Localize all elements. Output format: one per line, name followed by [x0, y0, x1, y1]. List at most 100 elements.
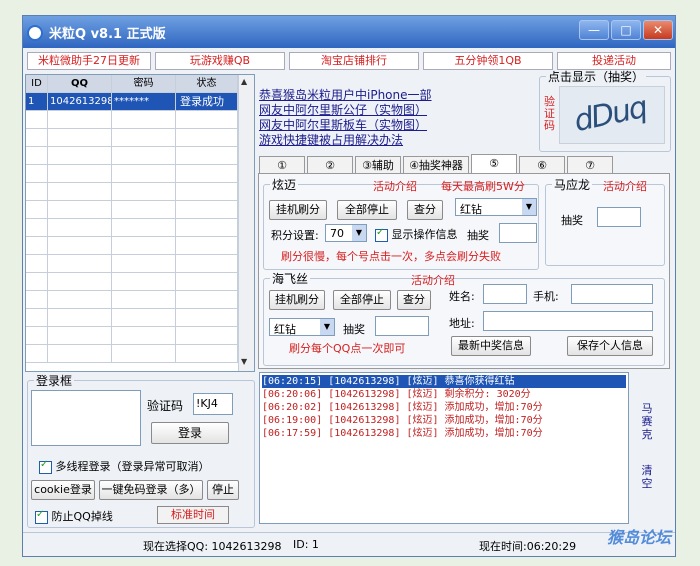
haifeisi-draw-input[interactable]	[375, 316, 429, 336]
empty-cell	[26, 345, 48, 363]
score-setting-select[interactable]: 70 ▼	[325, 224, 367, 242]
empty-cell	[176, 291, 238, 309]
table-empty-rows	[26, 111, 238, 371]
mayinglong-promo-link[interactable]: 活动介绍	[603, 178, 647, 194]
prevent-drop-checkbox[interactable]: 防止QQ掉线	[35, 508, 113, 524]
empty-cell	[26, 201, 48, 219]
close-button[interactable]: ✕	[643, 20, 673, 40]
tab-1[interactable]: ①	[259, 156, 305, 174]
latest-winners-button[interactable]: 最新中奖信息	[451, 336, 531, 356]
multithread-label: 多线程登录（登录异常可取消）	[55, 460, 210, 473]
col-qq-header[interactable]: QQ	[48, 75, 112, 93]
empty-cell	[176, 201, 238, 219]
table-header: ID QQ 密码 状态	[26, 75, 238, 93]
log-line[interactable]: [06:20:15] [1042613298] [炫迈] 恭喜你获得红钻	[262, 375, 626, 388]
checkbox-checked-icon[interactable]	[375, 227, 388, 242]
haifeisi-stopall-button[interactable]: 全部停止	[333, 290, 391, 310]
captcha-image[interactable]: dDuq	[559, 86, 665, 144]
empty-cell	[112, 273, 176, 291]
news-item[interactable]: 网友中阿尔里斯公仔（实物图）	[259, 103, 455, 118]
tab-2[interactable]: ②	[307, 156, 353, 174]
haifeisi-hang-button[interactable]: 挂机刷分	[269, 290, 325, 310]
news-item[interactable]: 游戏快捷键被占用解决办法	[259, 133, 455, 148]
login-button[interactable]: 登录	[151, 422, 229, 444]
save-profile-button[interactable]: 保存个人信息	[567, 336, 653, 356]
empty-cell	[26, 165, 48, 183]
empty-cell	[48, 111, 112, 129]
empty-cell	[48, 309, 112, 327]
mosaic-link[interactable]: 马赛克	[637, 402, 657, 441]
empty-cell	[48, 183, 112, 201]
link-update[interactable]: 米粒微助手27日更新	[27, 52, 151, 70]
xuanmai-draw-input[interactable]	[499, 223, 537, 243]
tab-assist[interactable]: ③辅助	[355, 156, 401, 174]
empty-cell	[176, 183, 238, 201]
maximize-button[interactable]: □	[611, 20, 641, 40]
cell-password: *******	[112, 93, 176, 111]
stop-button[interactable]: 停止	[207, 480, 239, 500]
log-line[interactable]: [06:17:59] [1042613298] [炫迈] 添加成功，增加:70分	[262, 427, 626, 440]
multithread-checkbox[interactable]: 多线程登录（登录异常可取消）	[39, 458, 210, 474]
name-input[interactable]	[483, 284, 527, 304]
scroll-down-icon[interactable]: ▼	[241, 357, 247, 366]
address-input[interactable]	[483, 311, 653, 331]
col-password-header[interactable]: 密码	[112, 75, 176, 93]
show-info-checkbox[interactable]: 显示操作信息	[375, 226, 458, 242]
scroll-up-icon[interactable]: ▲	[241, 77, 247, 86]
log-line[interactable]: [06:20:06] [1042613298] [炫迈] 剩余积分: 3020分	[262, 388, 626, 401]
tab-lottery[interactable]: ④抽奖神器	[403, 156, 469, 174]
standard-time-button[interactable]: 标准时间	[157, 506, 229, 524]
login-info-box[interactable]	[31, 390, 141, 446]
clear-log-link[interactable]: 清空	[637, 464, 657, 490]
cookie-login-button[interactable]: cookie登录	[31, 480, 95, 500]
empty-cell	[112, 255, 176, 273]
checkbox-checked-icon[interactable]	[39, 459, 52, 474]
empty-cell	[112, 111, 176, 129]
empty-cell	[112, 201, 176, 219]
nopassword-login-button[interactable]: 一键免码登录（多）	[99, 480, 203, 500]
log-panel[interactable]: [06:20:15] [1042613298] [炫迈] 恭喜你获得红钻 [06:…	[259, 372, 629, 524]
checkbox-checked-icon[interactable]	[35, 509, 48, 524]
empty-cell	[176, 327, 238, 345]
tab-7[interactable]: ⑦	[567, 156, 613, 174]
log-list: [06:20:15] [1042613298] [炫迈] 恭喜你获得红钻 [06:…	[262, 375, 626, 440]
empty-cell	[112, 183, 176, 201]
log-line[interactable]: [06:20:02] [1042613298] [炫迈] 添加成功，增加:70分	[262, 401, 626, 414]
minimize-button[interactable]: —	[579, 20, 609, 40]
table-row[interactable]: 1 1042613298 ******* 登录成功	[26, 93, 238, 111]
haifeisi-promo-link[interactable]: 活动介绍	[411, 272, 455, 288]
col-id-header[interactable]: ID	[26, 75, 48, 93]
link-five-minute-qb[interactable]: 五分钟领1QB	[423, 52, 553, 70]
empty-cell	[48, 129, 112, 147]
news-item[interactable]: 网友中阿尔里斯板车（实物图）	[259, 118, 455, 133]
empty-cell	[26, 309, 48, 327]
col-status-header[interactable]: 状态	[176, 75, 238, 93]
login-captcha-label: 验证码	[147, 399, 184, 413]
xuanmai-promo-link[interactable]: 活动介绍	[373, 178, 417, 194]
tab-6[interactable]: ⑥	[519, 156, 565, 174]
cell-status: 登录成功	[176, 93, 238, 111]
link-game-qb[interactable]: 玩游戏赚QB	[155, 52, 285, 70]
haifeisi-query-button[interactable]: 查分	[397, 290, 431, 310]
login-captcha-input[interactable]: !KJ4	[193, 393, 233, 415]
haifeisi-reward-select[interactable]: 红钻 ▼	[269, 318, 335, 336]
empty-cell	[26, 129, 48, 147]
table-scrollbar[interactable]: ▲ ▼	[238, 75, 254, 371]
xuanmai-hang-button[interactable]: 挂机刷分	[269, 200, 327, 220]
xuanmai-legend: 炫迈	[272, 178, 297, 192]
score-setting-value: 70	[330, 227, 344, 240]
account-table[interactable]: ID QQ 密码 状态 1 1042613298 ******* 登录成功 ▲ …	[25, 74, 255, 372]
link-taobao-rank[interactable]: 淘宝店铺排行	[289, 52, 419, 70]
empty-cell	[112, 327, 176, 345]
phone-input[interactable]	[571, 284, 653, 304]
status-time: 现在时间:06:20:29	[479, 540, 577, 553]
empty-cell	[176, 237, 238, 255]
xuanmai-query-button[interactable]: 查分	[407, 200, 443, 220]
log-line[interactable]: [06:19:00] [1042613298] [炫迈] 添加成功，增加:70分	[262, 414, 626, 427]
tab-5[interactable]: ⑤	[471, 154, 517, 174]
mayinglong-draw-input[interactable]	[597, 207, 641, 227]
status-current-qq: 现在选择QQ: 1042613298	[143, 540, 282, 553]
xuanmai-stopall-button[interactable]: 全部停止	[337, 200, 397, 220]
xuanmai-reward-select[interactable]: 红钻 ▼	[455, 198, 537, 216]
news-item[interactable]: 恭喜猴岛米粒用户中iPhone一部	[259, 88, 455, 103]
